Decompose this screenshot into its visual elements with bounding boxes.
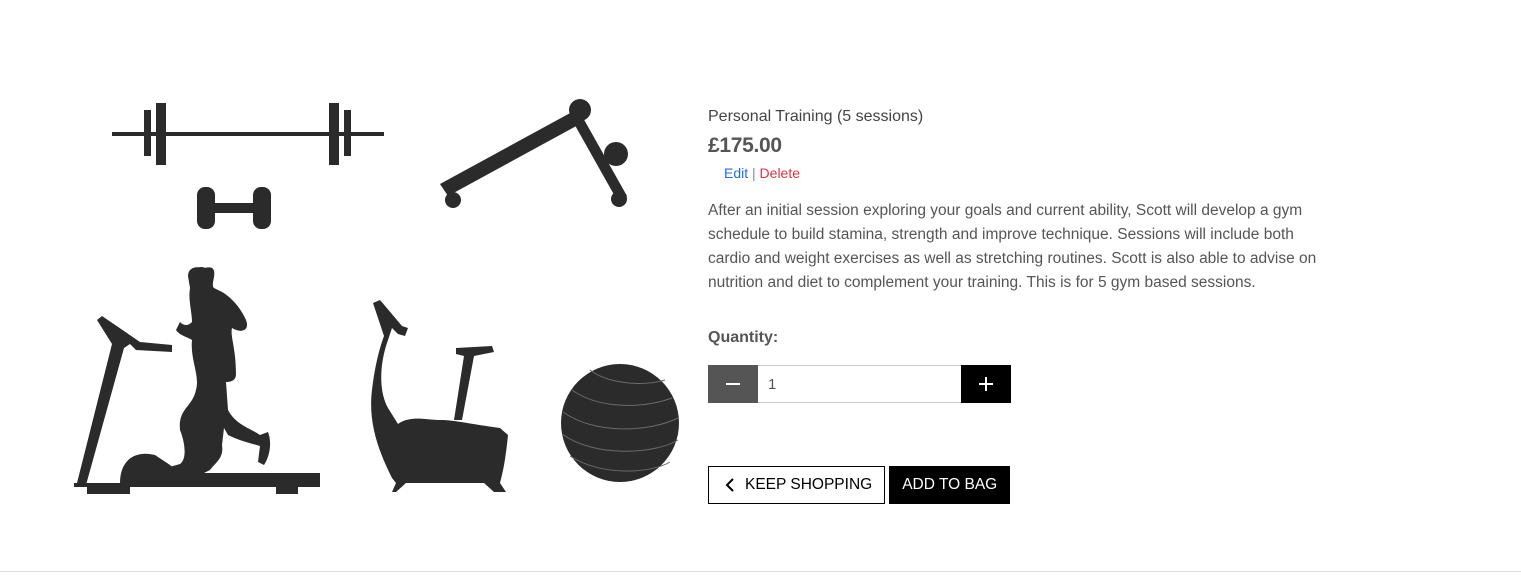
- product-details: Personal Training (5 sessions) £175.00 E…: [708, 106, 1328, 504]
- decrement-button[interactable]: [708, 365, 758, 403]
- product-name: Personal Training (5 sessions): [708, 108, 924, 125]
- barbell-icon: [112, 103, 384, 165]
- product-image: [60, 90, 690, 500]
- keep-shopping-label: KEEP SHOPPING: [745, 476, 873, 493]
- quantity-stepper: [708, 365, 1011, 403]
- edit-link[interactable]: Edit: [724, 165, 748, 181]
- exercise-ball-icon: [561, 364, 679, 482]
- minus-icon: [726, 383, 740, 385]
- admin-links: Edit | Delete: [708, 163, 1328, 183]
- add-to-bag-label: ADD TO BAG: [902, 476, 998, 493]
- product-actions: KEEP SHOPPING ADD TO BAG: [708, 466, 1328, 504]
- bench-icon: [440, 99, 628, 208]
- product-price: £175.00: [708, 134, 782, 157]
- footer-divider: [0, 571, 1521, 572]
- add-to-bag-button[interactable]: ADD TO BAG: [889, 466, 1011, 504]
- exercise-bike-icon: [371, 300, 508, 492]
- admin-separator: |: [752, 165, 756, 181]
- delete-link[interactable]: Delete: [760, 165, 800, 181]
- keep-shopping-button[interactable]: KEEP SHOPPING: [708, 466, 886, 504]
- increment-button[interactable]: [961, 365, 1011, 403]
- quantity-label: Quantity:: [708, 329, 779, 346]
- plus-icon: [979, 377, 993, 391]
- runner-icon: [164, 267, 271, 475]
- dumbbell-icon: [197, 187, 271, 229]
- chevron-left-icon: [725, 478, 735, 492]
- product-detail-page: Personal Training (5 sessions) £175.00 E…: [0, 0, 1521, 587]
- product-description: After an initial session exploring your …: [708, 202, 1317, 291]
- quantity-input[interactable]: [758, 365, 961, 403]
- gym-equipment-illustration: [74, 99, 679, 494]
